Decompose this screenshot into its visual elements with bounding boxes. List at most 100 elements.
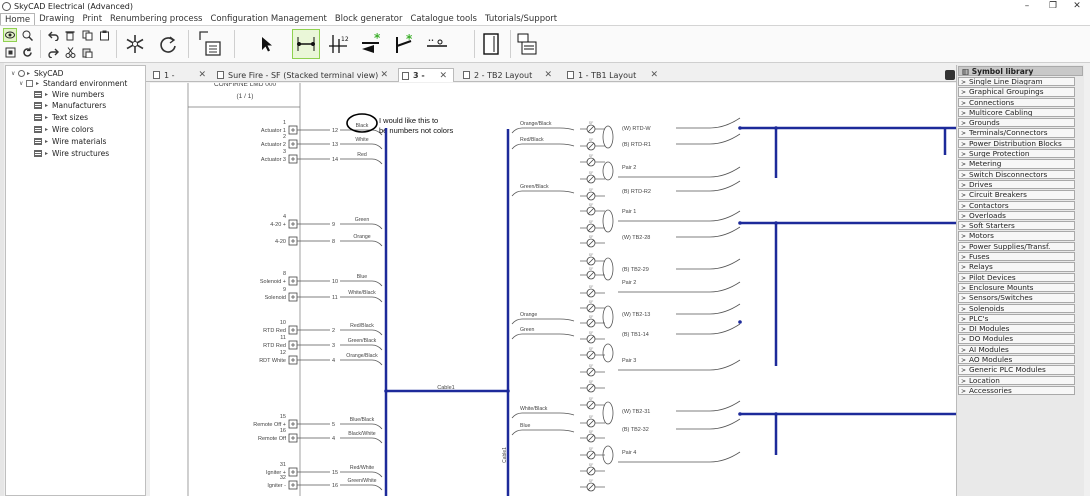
tab-print[interactable]: Print — [78, 13, 106, 25]
rotate-icon[interactable] — [154, 30, 182, 58]
cursor-icon[interactable] — [256, 32, 278, 56]
terminal-label: (W) TB2-13 — [622, 312, 650, 318]
doc-tab-1[interactable]: 1 - ✕ — [150, 68, 212, 82]
refresh-icon[interactable] — [20, 45, 34, 59]
tab-drawing[interactable]: Drawing — [35, 13, 78, 25]
library-item[interactable]: > Location — [958, 375, 1075, 385]
print-preview-icon[interactable] — [514, 30, 540, 58]
checkbox[interactable] — [26, 80, 33, 87]
library-item[interactable]: > Overloads — [958, 210, 1075, 221]
tree-item[interactable]: ▸ Text sizes — [34, 112, 88, 123]
library-item[interactable]: > Graphical Groupings — [958, 87, 1075, 97]
tree-item[interactable]: ▸ Wire materials — [34, 136, 106, 147]
tree-item[interactable]: ▸ Wire numbers — [34, 89, 104, 100]
tab-tutorials[interactable]: Tutorials/Support — [481, 13, 561, 25]
close-icon[interactable]: ✕ — [650, 70, 658, 80]
library-item[interactable]: > Power Supplies/Transf. — [958, 241, 1075, 252]
snowflake-icon[interactable] — [121, 30, 149, 58]
tab-configuration[interactable]: Configuration Management — [206, 13, 330, 25]
cut-icon[interactable] — [63, 45, 77, 59]
paste-icon[interactable] — [80, 45, 94, 59]
library-item[interactable]: > Surge Protection — [958, 149, 1075, 159]
tree-item[interactable]: ▸ Wire structures — [34, 148, 109, 159]
tab-renumbering[interactable]: Renumbering process — [106, 13, 206, 25]
library-item[interactable]: > Motors — [958, 231, 1075, 241]
library-item[interactable]: > Fuses — [958, 252, 1075, 262]
copy-icon[interactable] — [80, 28, 94, 42]
library-item[interactable]: > Multicore Cabling — [958, 107, 1075, 118]
eye-icon[interactable] — [3, 28, 17, 42]
library-item[interactable]: > Solenoids — [958, 303, 1075, 313]
cable-add-icon[interactable]: * — [357, 30, 387, 58]
library-item[interactable]: > Power Distribution Blocks — [958, 138, 1075, 149]
close-button[interactable]: ✕ — [1066, 0, 1088, 13]
wire — [676, 418, 741, 430]
library-item[interactable]: > Drives — [958, 179, 1075, 190]
redo-icon[interactable] — [46, 45, 60, 59]
library-item[interactable]: > PLC's — [958, 313, 1075, 324]
library-item[interactable]: > AO Modules — [958, 355, 1075, 365]
tab-catalogue-tools[interactable]: Catalogue tools — [406, 13, 481, 25]
tab-menu-icon[interactable] — [945, 70, 955, 80]
wire-color-label: Blue — [357, 274, 367, 280]
library-item[interactable]: > Enclosure Mounts — [958, 282, 1075, 293]
zoom-icon[interactable] — [20, 28, 34, 42]
library-item[interactable]: > Sensors/Switches — [958, 293, 1075, 303]
project-tree: ∨ ▸ SkyCAD ∨ ▸ Standard environment ▸ Wire nu… — [5, 65, 146, 496]
wire — [511, 333, 575, 340]
close-icon[interactable]: ✕ — [198, 70, 206, 80]
delete-icon[interactable] — [63, 28, 77, 42]
cable-connect-icon[interactable]: * — [390, 30, 418, 58]
close-icon[interactable]: ✕ — [380, 70, 388, 80]
library-item[interactable]: > Pilot Devices — [958, 272, 1075, 282]
library-item[interactable]: > Connections — [958, 97, 1075, 107]
library-item[interactable]: > Terminals/Connectors — [958, 128, 1075, 138]
doc-tab-sure-fire[interactable]: Sure Fire - SF (Stacked terminal view) ✕ — [214, 68, 394, 82]
library-item[interactable]: > Grounds — [958, 118, 1075, 128]
library-item[interactable]: > Circuit Breakers — [958, 190, 1075, 200]
library-item[interactable]: > Single Line Diagram — [958, 77, 1075, 87]
library-item[interactable]: > AI Modules — [958, 344, 1075, 355]
pin-number: 2 — [283, 134, 286, 140]
tree-item[interactable]: ▸ Wire colors — [34, 124, 94, 135]
library-item[interactable]: > Metering — [958, 159, 1075, 169]
library-item[interactable]: > Switch Disconnectors — [958, 169, 1075, 179]
chevron-right-icon: > — [961, 315, 967, 323]
multi-wire-icon[interactable]: 123 — [324, 30, 352, 58]
left-scrollbar[interactable] — [0, 63, 4, 496]
library-item[interactable]: > Accessories — [958, 385, 1075, 396]
wire-number: 11 — [332, 295, 338, 301]
close-icon[interactable]: ✕ — [439, 71, 447, 81]
terminal-id: SF — [589, 220, 593, 224]
clipboard-icon[interactable] — [97, 28, 111, 42]
page-icon[interactable] — [478, 30, 504, 58]
restore-button[interactable]: ❐ — [1042, 0, 1064, 13]
block-insert-icon[interactable] — [194, 28, 226, 60]
terminal-label: Pair 2 — [622, 165, 636, 171]
close-icon[interactable]: ✕ — [544, 70, 552, 80]
wire-color-label: Red/White — [350, 465, 374, 471]
chevron-right-icon: > — [961, 120, 967, 128]
doc-tab-tb1-layout[interactable]: 1 - TB1 Layout ✕ — [564, 68, 664, 82]
wire — [340, 344, 383, 351]
library-item[interactable]: > Contactors — [958, 200, 1075, 210]
doc-tab-3[interactable]: 3 - ✕ — [398, 68, 454, 82]
wire-tool-icon[interactable] — [292, 29, 320, 59]
library-item[interactable]: > DI Modules — [958, 324, 1075, 334]
right-scrollbar[interactable] — [1084, 63, 1090, 496]
tree-item[interactable]: ▸ Manufacturers — [34, 100, 106, 111]
drawing-canvas[interactable]: CONFIRNE LMD 000 (1 / 1) 1 Actuator 1 12 Blac… — [150, 83, 956, 496]
minimize-button[interactable]: – — [1016, 0, 1038, 13]
library-item[interactable]: > Relays — [958, 262, 1075, 272]
library-item[interactable]: > DO Modules — [958, 334, 1075, 344]
tab-home[interactable]: Home — [0, 13, 36, 25]
wire-numbering-icon[interactable]: •• — [424, 32, 450, 56]
doc-tab-tb2-layout[interactable]: 2 - TB2 Layout ✕ — [460, 68, 558, 82]
chevron-right-icon: > — [961, 140, 967, 148]
zoom-extents-icon[interactable] — [3, 45, 17, 59]
library-item[interactable]: > Soft Starters — [958, 221, 1075, 231]
library-item[interactable]: > Generic PLC Modules — [958, 365, 1075, 375]
undo-icon[interactable] — [46, 28, 60, 42]
tab-block-generator[interactable]: Block generator — [331, 13, 407, 25]
tree-env[interactable]: ∨ ▸ Standard environment — [19, 78, 127, 89]
